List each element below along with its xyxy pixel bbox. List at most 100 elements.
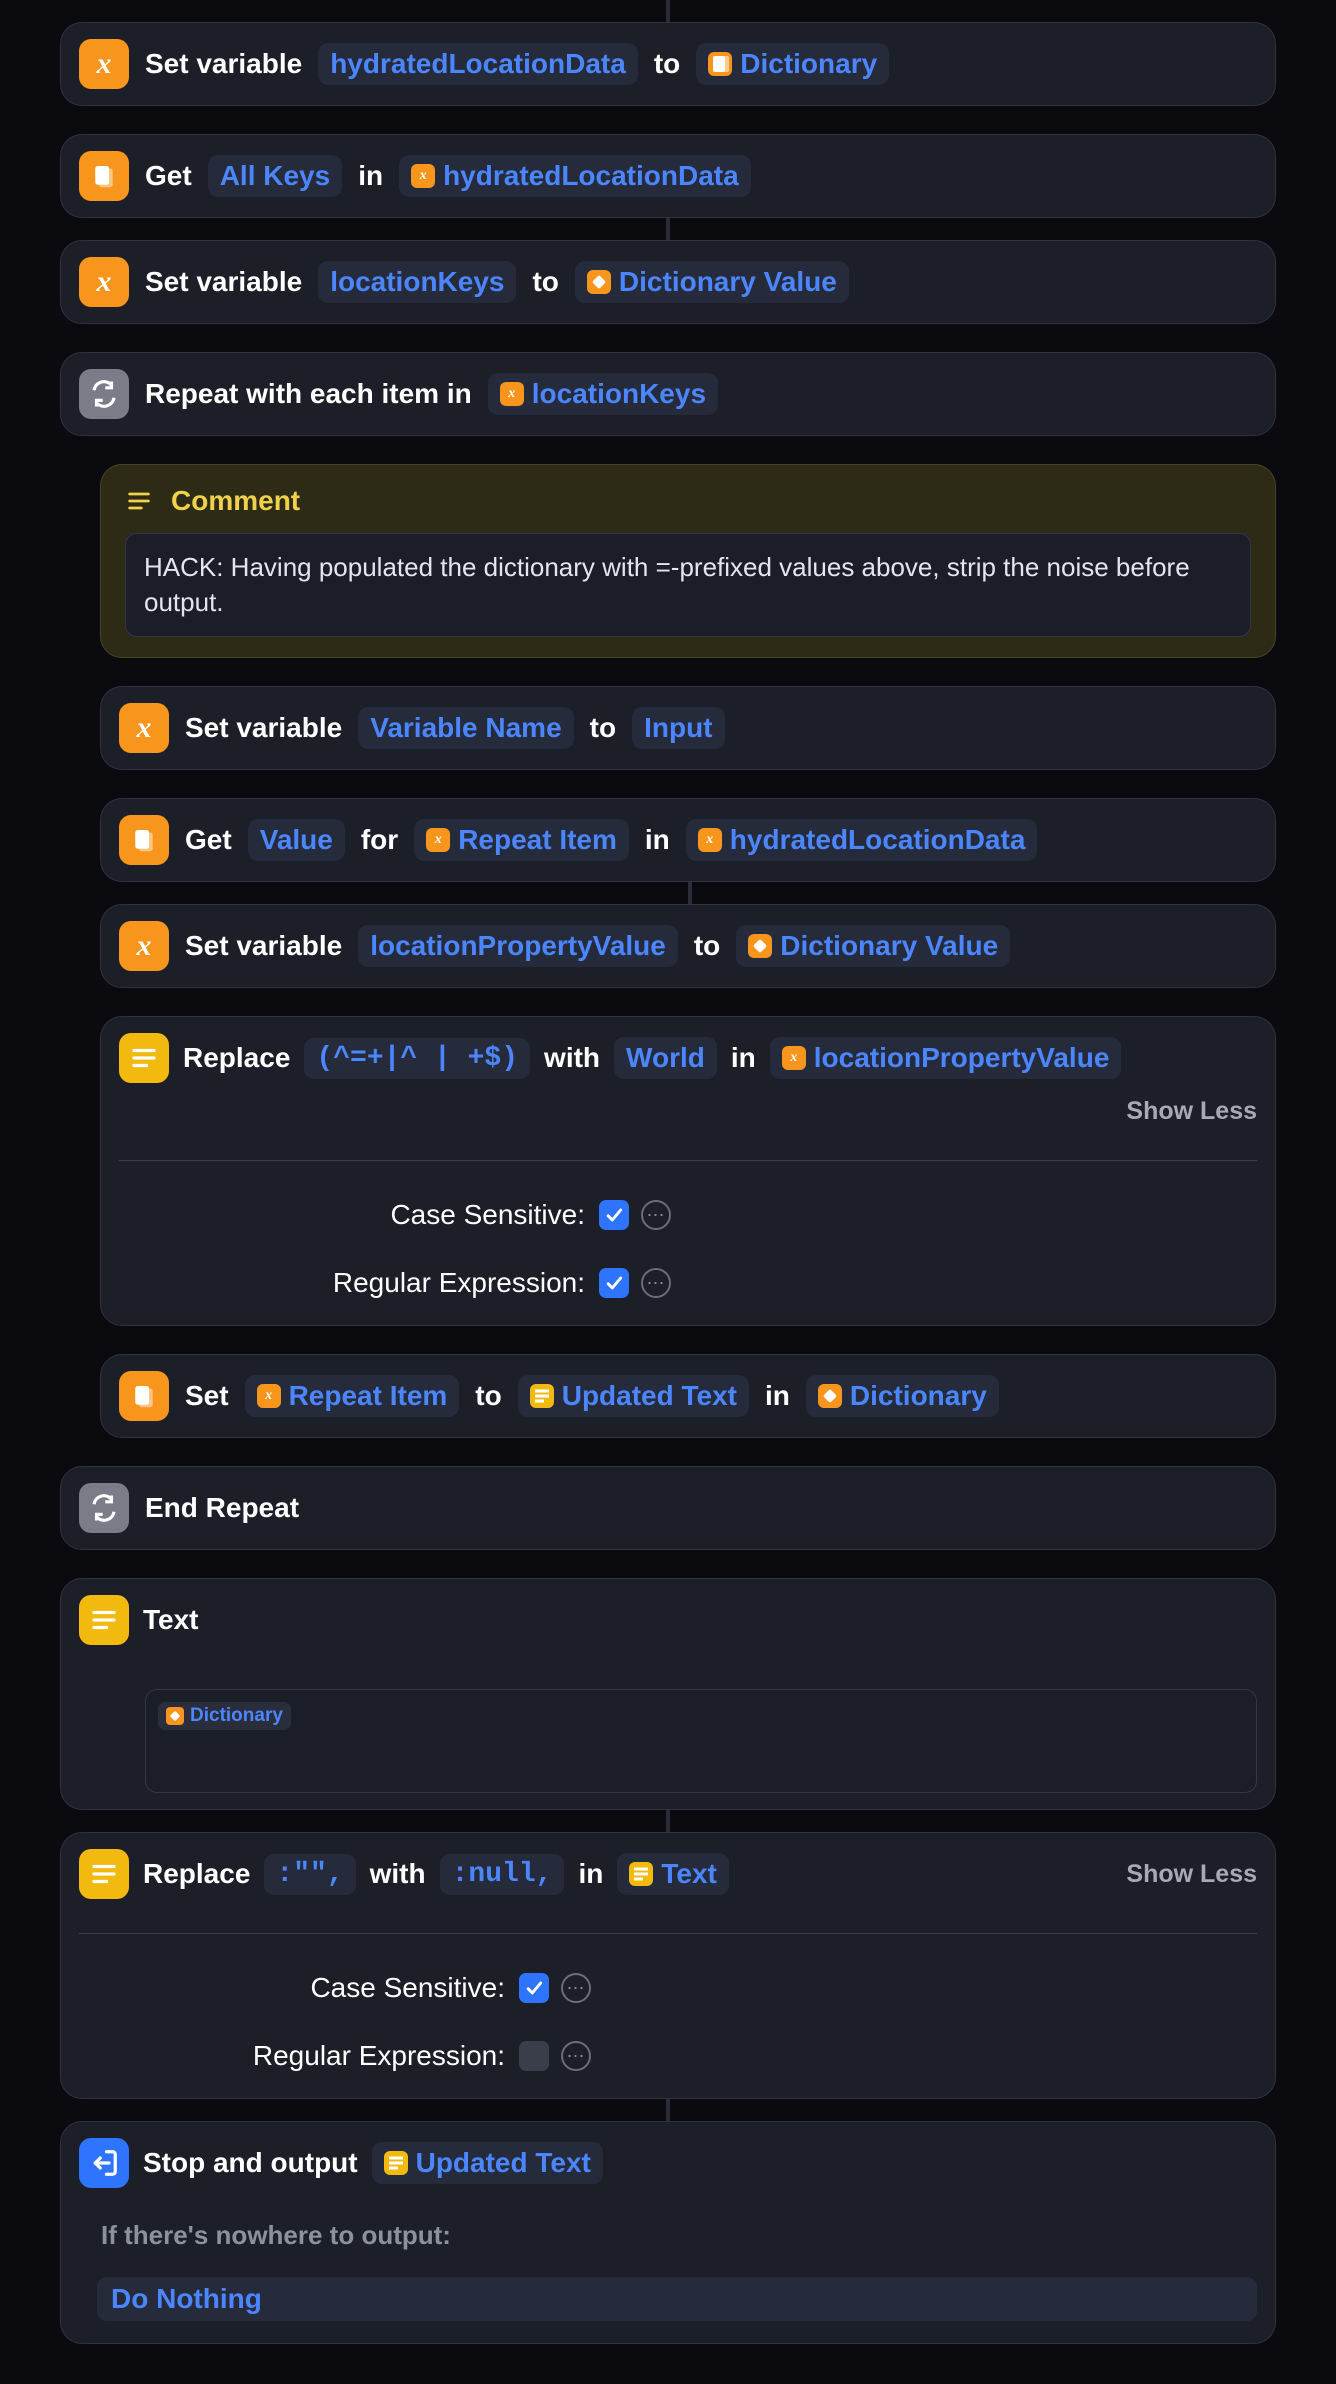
- variable-mini-icon: x: [257, 1384, 281, 1408]
- fallback-action[interactable]: Do Nothing: [97, 2277, 1257, 2321]
- get-what-chip[interactable]: Value: [248, 819, 345, 861]
- more-options-icon[interactable]: ⋯: [561, 2041, 591, 2071]
- replacement-chip[interactable]: World: [614, 1037, 717, 1079]
- source-var-chip[interactable]: x hydratedLocationData: [686, 819, 1038, 861]
- action-replace-null[interactable]: Replace :"", with :null, in Text Show Le…: [60, 1832, 1276, 2099]
- keyword-in: in: [765, 1380, 790, 1412]
- text-mini-icon: [384, 2151, 408, 2175]
- action-repeat-each[interactable]: Repeat with each item in x locationKeys: [60, 352, 1276, 436]
- replacement-chip[interactable]: :null,: [440, 1854, 565, 1895]
- option-case-sensitive: Case Sensitive: ⋯: [119, 1189, 1257, 1241]
- keyword-with: with: [544, 1042, 600, 1074]
- action-verb: Text: [143, 1604, 199, 1636]
- output-icon: [79, 2138, 129, 2188]
- action-stop-output[interactable]: Stop and output Updated Text If there's …: [60, 2121, 1276, 2344]
- key-chip[interactable]: x Repeat Item: [245, 1375, 460, 1417]
- value-chip[interactable]: Dictionary Value: [736, 925, 1010, 967]
- action-verb: Set variable: [145, 48, 302, 80]
- variable-icon: x: [79, 257, 129, 307]
- variable-mini-icon: x: [411, 164, 435, 188]
- output-var-chip[interactable]: Updated Text: [372, 2142, 603, 2184]
- text-icon: [119, 1033, 169, 1083]
- action-verb: End Repeat: [145, 1492, 299, 1524]
- text-mini-icon: [530, 1384, 554, 1408]
- variable-mini-icon: x: [698, 828, 722, 852]
- variable-icon: x: [79, 39, 129, 89]
- dictionary-icon: [708, 52, 732, 76]
- keyword-to: to: [532, 266, 558, 298]
- action-verb: Set variable: [185, 930, 342, 962]
- action-text[interactable]: Text Dictionary: [60, 1578, 1276, 1810]
- comment-icon: [125, 487, 153, 515]
- action-set-variable-name[interactable]: x Set variable Variable Name to Input: [100, 686, 1276, 770]
- magic-variable-icon: [748, 934, 772, 958]
- more-options-icon[interactable]: ⋯: [641, 1268, 671, 1298]
- action-end-repeat[interactable]: End Repeat: [60, 1466, 1276, 1550]
- text-content-input[interactable]: Dictionary: [145, 1689, 1257, 1793]
- value-chip[interactable]: Dictionary: [696, 43, 889, 85]
- source-var-chip[interactable]: x hydratedLocationData: [399, 155, 751, 197]
- action-verb: Replace: [143, 1858, 250, 1890]
- comment-block[interactable]: Comment HACK: Having populated the dicti…: [100, 464, 1276, 658]
- action-get-value[interactable]: Get Value for x Repeat Item in x hydrate…: [100, 798, 1276, 882]
- text-content-chip[interactable]: Dictionary: [158, 1702, 291, 1730]
- comment-body[interactable]: HACK: Having populated the dictionary wi…: [125, 533, 1251, 637]
- case-sensitive-checkbox[interactable]: [519, 1973, 549, 2003]
- target-var-chip[interactable]: x locationPropertyValue: [770, 1037, 1122, 1079]
- action-verb: Get: [145, 160, 192, 192]
- dictionary-icon: [119, 815, 169, 865]
- text-icon: [79, 1849, 129, 1899]
- keyword-for: for: [361, 824, 398, 856]
- show-less-toggle[interactable]: Show Less: [1126, 1860, 1257, 1889]
- dictionary-icon: [79, 151, 129, 201]
- dictionary-icon: [119, 1371, 169, 1421]
- divider: [79, 1933, 1257, 1934]
- pattern-chip[interactable]: :"",: [264, 1854, 355, 1895]
- action-verb: Set variable: [185, 712, 342, 744]
- loop-var-chip[interactable]: x locationKeys: [488, 373, 718, 415]
- dest-chip[interactable]: Dictionary: [806, 1375, 999, 1417]
- pattern-chip[interactable]: (^=+|^ | +$): [304, 1038, 530, 1079]
- action-set-dictionary-value[interactable]: Set x Repeat Item to Updated Text in Dic…: [100, 1354, 1276, 1438]
- keyword-to: to: [590, 712, 616, 744]
- action-set-variable-locationKeys[interactable]: x Set variable locationKeys to Dictionar…: [60, 240, 1276, 324]
- value-chip[interactable]: Dictionary Value: [575, 261, 849, 303]
- action-verb: Repeat with each item in: [145, 378, 472, 410]
- option-case-sensitive: Case Sensitive: ⋯: [79, 1962, 1257, 2014]
- show-less-toggle[interactable]: Show Less: [1126, 1097, 1257, 1126]
- action-set-variable-hydratedLocationData[interactable]: x Set variable hydratedLocationData to D…: [60, 22, 1276, 106]
- text-icon: [79, 1595, 129, 1645]
- keyword-to: to: [654, 48, 680, 80]
- variable-mini-icon: x: [782, 1046, 806, 1070]
- keyword-in: in: [645, 824, 670, 856]
- keyword-in: in: [358, 160, 383, 192]
- action-verb: Stop and output: [143, 2147, 358, 2179]
- get-what-chip[interactable]: All Keys: [208, 155, 343, 197]
- magic-variable-icon: [818, 1384, 842, 1408]
- action-get-all-keys[interactable]: Get All Keys in x hydratedLocationData: [60, 134, 1276, 218]
- text-mini-icon: [629, 1862, 653, 1886]
- action-replace-regex[interactable]: Replace (^=+|^ | +$) with World in x loc…: [100, 1016, 1276, 1326]
- keyword-with: with: [370, 1858, 426, 1890]
- value-chip[interactable]: Input: [632, 707, 724, 749]
- variable-name-chip[interactable]: locationPropertyValue: [358, 925, 678, 967]
- repeat-icon: [79, 369, 129, 419]
- keyword-in: in: [731, 1042, 756, 1074]
- case-sensitive-checkbox[interactable]: [599, 1200, 629, 1230]
- option-regex: Regular Expression: ⋯: [119, 1257, 1257, 1309]
- variable-name-chip[interactable]: hydratedLocationData: [318, 43, 638, 85]
- comment-title: Comment: [171, 485, 300, 517]
- keyword-to: to: [694, 930, 720, 962]
- more-options-icon[interactable]: ⋯: [641, 1200, 671, 1230]
- variable-name-chip[interactable]: Variable Name: [358, 707, 573, 749]
- keyword-in: in: [578, 1858, 603, 1890]
- value-chip[interactable]: Updated Text: [518, 1375, 749, 1417]
- variable-name-chip[interactable]: locationKeys: [318, 261, 516, 303]
- regex-checkbox[interactable]: [599, 1268, 629, 1298]
- target-chip[interactable]: Text: [617, 1853, 729, 1895]
- regex-checkbox[interactable]: [519, 2041, 549, 2071]
- action-set-variable-locationPropertyValue[interactable]: x Set variable locationPropertyValue to …: [100, 904, 1276, 988]
- repeat-item-chip[interactable]: x Repeat Item: [414, 819, 629, 861]
- action-verb: Replace: [183, 1042, 290, 1074]
- more-options-icon[interactable]: ⋯: [561, 1973, 591, 2003]
